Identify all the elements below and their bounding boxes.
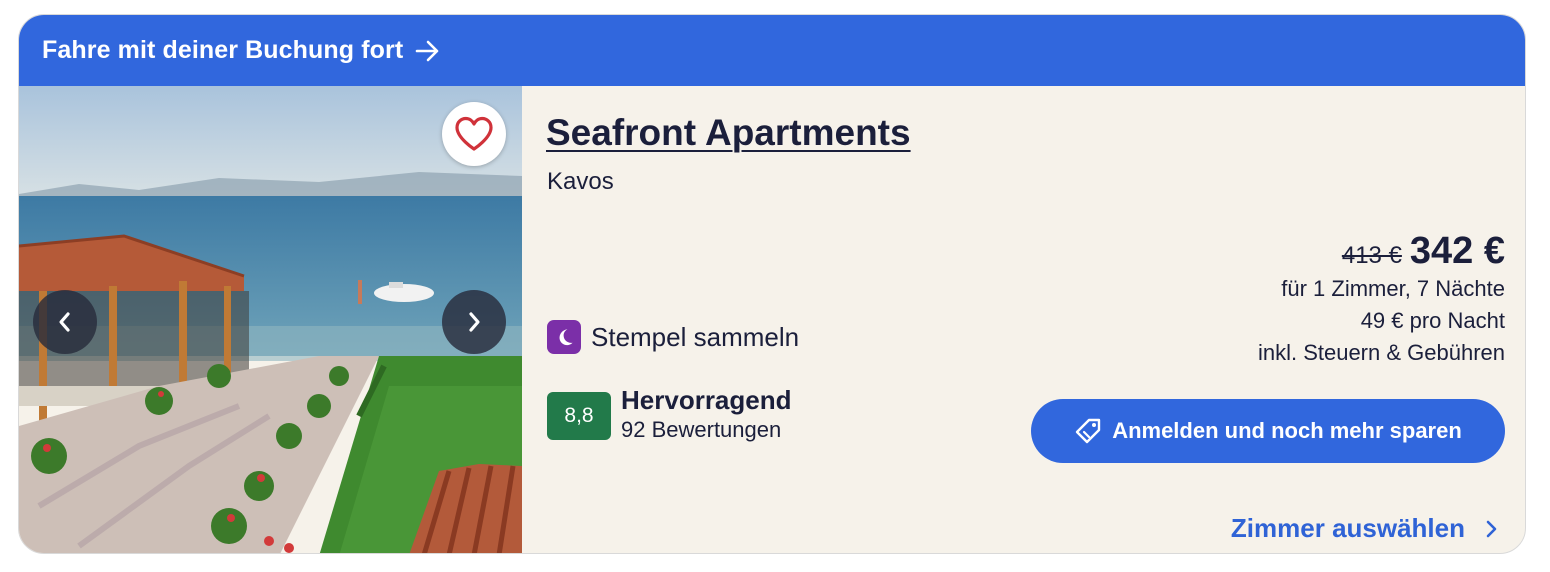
chevron-left-icon xyxy=(59,312,70,332)
stamp-label: Stempel sammeln xyxy=(591,321,800,352)
next-photo-button[interactable] xyxy=(442,290,506,354)
current-price: 342 € xyxy=(1409,230,1505,272)
price-taxes-note: inkl. Steuern & Gebühren xyxy=(1257,340,1505,365)
old-price: 413 € xyxy=(1341,242,1402,269)
chevron-right-icon xyxy=(469,312,480,332)
price-block: 413 € 342 € für 1 Zimmer, 7 Nächte 49 € … xyxy=(1258,230,1505,369)
hotel-photo[interactable] xyxy=(19,86,522,553)
moon-icon xyxy=(547,320,581,354)
continue-booking-label: Fahre mit deiner Buchung fort xyxy=(42,36,404,64)
rating-label: Hervorragend xyxy=(621,385,792,415)
hotel-location: Kavos xyxy=(547,168,614,195)
continue-booking-banner[interactable]: Fahre mit deiner Buchung fort xyxy=(19,15,1525,86)
login-save-more-button[interactable]: Anmelden und noch mehr sparen xyxy=(1031,399,1505,463)
rating-score-badge: 8,8 xyxy=(547,392,611,440)
price-per-night: 49 € pro Nacht xyxy=(1360,308,1505,333)
favorite-button[interactable] xyxy=(442,102,506,166)
previous-photo-button[interactable] xyxy=(33,290,97,354)
stamp-collect: Stempel sammeln xyxy=(547,320,799,354)
review-count: 92 Bewertungen xyxy=(621,417,782,442)
heart-icon xyxy=(455,116,493,151)
select-room-label: Zimmer auswählen xyxy=(1230,513,1465,543)
hotel-info: Seafront Apartments Kavos Stempel sammel… xyxy=(522,86,1525,553)
price-details: für 1 Zimmer, 7 Nächte xyxy=(1281,276,1505,301)
login-save-more-label: Anmelden und noch mehr sparen xyxy=(1112,418,1462,443)
tag-icon xyxy=(1075,418,1101,444)
arrow-right-icon xyxy=(415,40,439,61)
hotel-name-link[interactable]: Seafront Apartments xyxy=(546,112,911,154)
chevron-right-icon xyxy=(1486,520,1497,537)
hotel-card: Fahre mit deiner Buchung fort Seafront A… xyxy=(18,14,1526,554)
rating-block: 8,8 Hervorragend 92 Bewertungen xyxy=(547,384,792,444)
select-room-link[interactable]: Zimmer auswählen xyxy=(1231,513,1499,544)
